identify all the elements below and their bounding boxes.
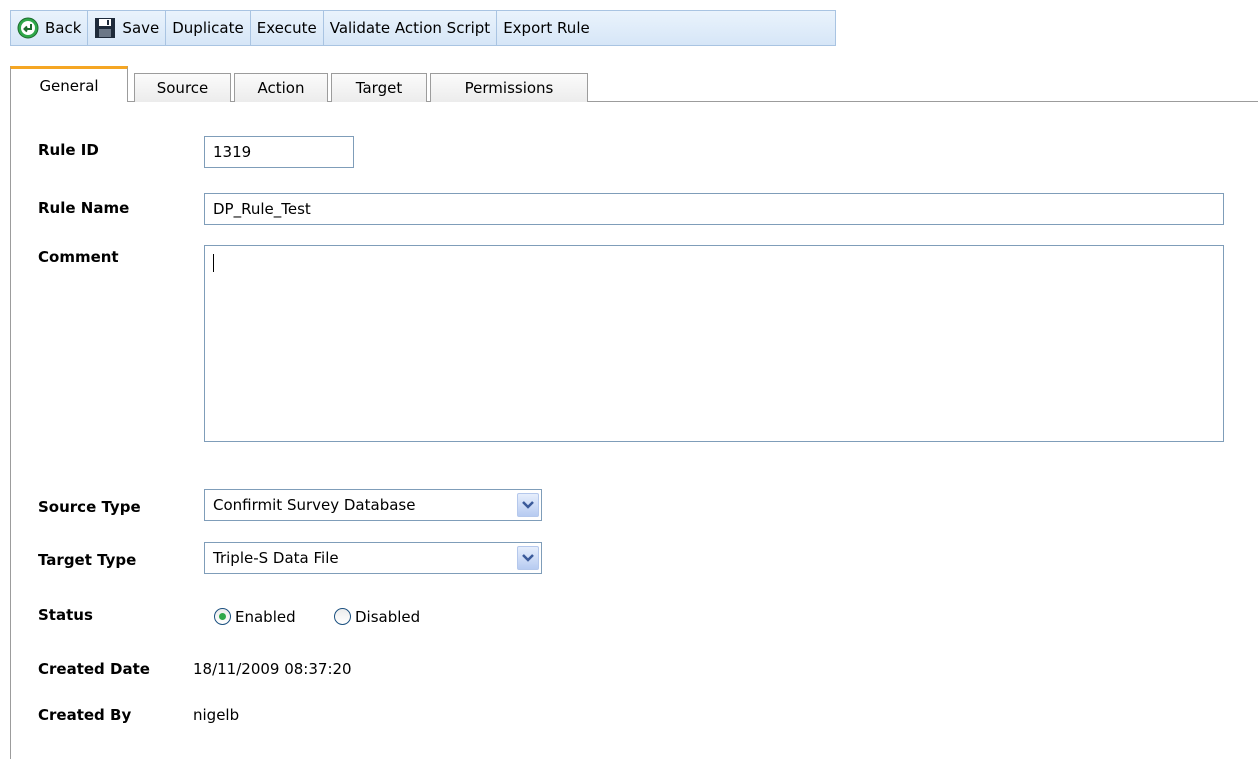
rule-name-value: DP_Rule_Test: [213, 200, 311, 218]
status-label: Status: [38, 606, 93, 624]
created-date-value: 18/11/2009 08:37:20: [193, 660, 352, 678]
tab-permissions[interactable]: Permissions: [430, 73, 588, 102]
created-by-value: nigelb: [193, 706, 240, 724]
tab-action[interactable]: Action: [234, 73, 328, 102]
rule-name-label: Rule Name: [38, 199, 130, 217]
save-button[interactable]: Save: [88, 11, 167, 45]
created-by-label: Created By: [38, 706, 132, 724]
rule-id-field: 1319: [204, 136, 354, 168]
status-enabled-radio[interactable]: [214, 608, 231, 625]
tab-strip: General Source Action Target Permissions: [10, 64, 1258, 102]
source-type-select[interactable]: Confirmit Survey Database: [204, 489, 542, 521]
execute-label: Execute: [256, 19, 317, 37]
save-label: Save: [122, 19, 160, 37]
status-disabled-radio[interactable]: [334, 608, 351, 625]
tab-target[interactable]: Target: [331, 73, 427, 102]
chevron-down-icon[interactable]: [517, 546, 539, 570]
back-label: Back: [45, 19, 82, 37]
rule-name-input[interactable]: DP_Rule_Test: [204, 193, 1224, 225]
validate-label: Validate Action Script: [329, 19, 491, 37]
duplicate-label: Duplicate: [172, 19, 244, 37]
radio-selected-dot: [219, 613, 226, 620]
export-label: Export Rule: [503, 19, 590, 37]
rule-id-label: Rule ID: [38, 141, 99, 159]
tab-general[interactable]: General: [10, 66, 128, 102]
text-caret: [213, 254, 214, 272]
export-rule-button[interactable]: Export Rule: [497, 11, 596, 45]
panel-border: [10, 102, 11, 759]
validate-action-script-button[interactable]: Validate Action Script: [324, 11, 498, 45]
tab-label: Action: [257, 79, 305, 97]
target-type-label: Target Type: [38, 551, 137, 569]
floppy-disk-icon: [94, 17, 116, 39]
status-enabled-label[interactable]: Enabled: [235, 608, 296, 626]
status-disabled-label[interactable]: Disabled: [355, 608, 420, 626]
duplicate-button[interactable]: Duplicate: [166, 11, 251, 45]
back-button[interactable]: Back: [11, 11, 89, 45]
target-type-select[interactable]: Triple-S Data File: [204, 542, 542, 574]
tab-label: Permissions: [464, 79, 554, 97]
tab-label: General: [39, 76, 99, 95]
back-arrow-circle-icon: [17, 17, 39, 39]
created-date-label: Created Date: [38, 660, 150, 678]
chevron-down-icon[interactable]: [517, 493, 539, 517]
comment-textarea[interactable]: [204, 245, 1224, 442]
tab-source[interactable]: Source: [134, 73, 231, 102]
toolbar: Back Save Duplicate Execute Validate Act…: [10, 10, 836, 46]
tab-label: Target: [355, 79, 403, 97]
target-type-value: Triple-S Data File: [213, 549, 339, 567]
tab-label: Source: [156, 79, 209, 97]
rule-id-value: 1319: [213, 143, 252, 161]
source-type-label: Source Type: [38, 498, 141, 516]
comment-label: Comment: [38, 248, 119, 266]
execute-button[interactable]: Execute: [251, 11, 324, 45]
source-type-value: Confirmit Survey Database: [213, 496, 416, 514]
